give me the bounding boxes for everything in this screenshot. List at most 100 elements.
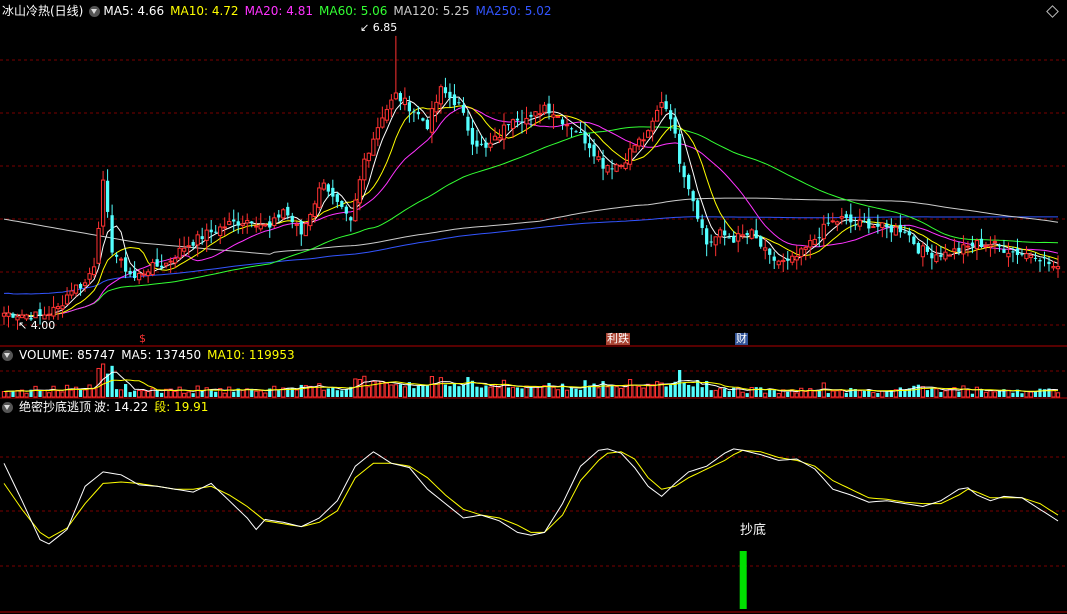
candle-body xyxy=(209,229,213,233)
volume-bar xyxy=(1038,388,1042,397)
candle-body xyxy=(393,92,398,100)
candle-body xyxy=(204,229,209,241)
volume-bar xyxy=(1033,391,1038,397)
candle-body xyxy=(835,221,840,225)
candle-body xyxy=(555,115,561,118)
candle-body xyxy=(578,132,583,134)
candle-body xyxy=(168,260,173,263)
dropdown-icon[interactable] xyxy=(89,6,101,17)
volume-bar xyxy=(618,387,624,398)
volume-bar xyxy=(957,391,961,397)
candle-body xyxy=(732,235,736,243)
volume-bar xyxy=(749,387,754,398)
candle-body xyxy=(893,226,898,236)
volume-bar xyxy=(452,383,457,397)
candle-body xyxy=(623,162,628,170)
candle-body xyxy=(1028,254,1034,258)
bottom-signal-bar xyxy=(739,551,747,609)
candle-body xyxy=(357,179,362,204)
candle-body xyxy=(470,127,475,145)
volume-bar xyxy=(763,392,768,398)
volume-bar xyxy=(979,389,984,397)
volume-bar xyxy=(691,386,695,397)
candle-body xyxy=(137,272,142,281)
volume-bar xyxy=(33,385,38,398)
volume-bar xyxy=(214,391,218,397)
volume-bar xyxy=(849,387,853,397)
candle-body xyxy=(974,240,980,250)
candle-body xyxy=(114,254,119,257)
candle-body xyxy=(876,223,880,227)
volume-bar xyxy=(326,388,330,397)
candle-body xyxy=(718,229,723,238)
volume-bar xyxy=(438,377,444,398)
candle-body xyxy=(669,110,673,120)
candle-body xyxy=(826,222,830,224)
candle-body xyxy=(889,225,893,233)
ma20-label: MA20: 4.81 xyxy=(244,4,313,18)
candle-body xyxy=(925,246,929,252)
volume-bar xyxy=(939,391,943,397)
dropdown-icon[interactable] xyxy=(2,402,13,413)
volume-bar xyxy=(650,384,655,398)
candle-body xyxy=(110,215,114,253)
candle-body xyxy=(218,226,223,237)
candle-body xyxy=(69,290,74,296)
volume-bar xyxy=(457,386,461,397)
candle-body xyxy=(867,218,871,229)
candle-body xyxy=(510,119,516,129)
candle-body xyxy=(340,201,344,208)
event-marker-finance[interactable]: 财 xyxy=(735,333,748,345)
volume-bar xyxy=(15,390,20,398)
volume-bar xyxy=(258,390,263,398)
candle-body xyxy=(303,223,308,237)
volume-bar xyxy=(768,388,772,397)
candle-body xyxy=(992,241,998,244)
ma10-label: MA10: 4.72 xyxy=(170,4,239,18)
kline-chart-canvas[interactable] xyxy=(0,0,1067,614)
candle-body xyxy=(375,127,380,140)
candle-body xyxy=(862,221,866,223)
event-marker-dividend[interactable]: $ xyxy=(138,333,147,345)
volume-bar xyxy=(826,393,830,397)
volume-bar xyxy=(596,387,601,398)
candle-body xyxy=(33,311,38,319)
volume-bar xyxy=(24,392,29,398)
volume-bar xyxy=(91,388,97,398)
volume-bar xyxy=(204,387,209,398)
volume-bar xyxy=(501,379,507,398)
volume-bar xyxy=(632,384,637,398)
candle-body xyxy=(997,244,1002,247)
candle-body xyxy=(871,226,876,229)
candle-body xyxy=(979,238,984,248)
candle-body xyxy=(515,118,520,121)
candle-body xyxy=(412,111,416,113)
dropdown-icon[interactable] xyxy=(2,350,13,361)
candle-body xyxy=(632,144,637,153)
candle-body xyxy=(479,143,484,145)
candle-body xyxy=(727,237,731,239)
candle-body xyxy=(173,258,178,264)
candle-body xyxy=(943,251,948,260)
candle-body xyxy=(200,236,204,240)
volume-bar xyxy=(448,386,452,397)
volume-bar xyxy=(992,391,998,398)
candle-body xyxy=(533,111,538,117)
candle-body xyxy=(1024,253,1029,260)
volume-bar xyxy=(484,385,488,397)
event-marker-news[interactable]: 利跌 xyxy=(606,333,630,345)
candle-body xyxy=(321,182,326,190)
candle-body xyxy=(537,113,543,116)
candle-body xyxy=(6,312,11,317)
volume-bar xyxy=(718,388,723,398)
candle-body xyxy=(812,238,817,245)
candle-body xyxy=(11,313,15,318)
volume-bar xyxy=(294,389,299,398)
candle-body xyxy=(155,259,159,267)
volume-bar xyxy=(186,391,191,398)
candle-body xyxy=(529,114,533,117)
candle-body xyxy=(38,309,42,316)
candle-body xyxy=(118,258,124,261)
volume-bar xyxy=(871,392,876,398)
volume-bar xyxy=(636,385,642,398)
